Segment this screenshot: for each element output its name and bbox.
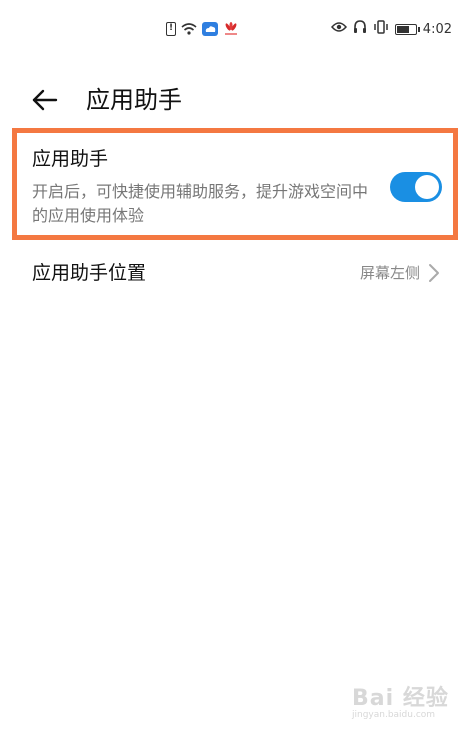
page-title: 应用助手 — [86, 86, 182, 114]
assistant-position-value: 屏幕左侧 — [359, 264, 420, 282]
huawei-logo-icon — [223, 22, 239, 36]
chevron-right-icon — [429, 264, 439, 282]
status-bar: ! 4:02 — [0, 0, 468, 56]
status-time: 4:02 — [422, 21, 452, 37]
title-bar: 应用助手 — [0, 76, 468, 124]
assistant-position-row[interactable]: 应用助手位置 屏幕左侧 — [0, 248, 468, 298]
watermark-main: Bai 经验 — [352, 686, 449, 711]
status-right-icons: 4:02 — [330, 20, 452, 38]
eye-icon — [330, 21, 347, 37]
assistant-setting-description: 开启后，可快捷使用辅助服务，提升游戏空间中的应用使用体验 — [32, 182, 369, 225]
assistant-position-label: 应用助手位置 — [32, 262, 147, 284]
back-button[interactable] — [28, 84, 60, 116]
status-left-icons: ! — [166, 20, 239, 38]
wifi-icon — [181, 22, 197, 36]
vibrate-icon — [373, 20, 389, 38]
watermark-sub: jingyan.baidu.com — [352, 710, 436, 720]
baidu-watermark: Bai 经验 jingyan.baidu.com — [352, 680, 452, 724]
assistant-setting-title: 应用助手 — [32, 148, 109, 170]
assistant-setting-item: 应用助手 开启后，可快捷使用辅助服务，提升游戏空间中的应用使用体验 — [32, 144, 372, 228]
cloud-icon — [202, 22, 218, 36]
assistant-toggle[interactable] — [390, 172, 442, 202]
headphones-icon — [353, 20, 367, 38]
toggle-knob — [415, 175, 439, 199]
battery-icon — [394, 23, 420, 35]
sim-alert-icon: ! — [166, 22, 176, 36]
arrow-left-icon — [32, 89, 58, 111]
